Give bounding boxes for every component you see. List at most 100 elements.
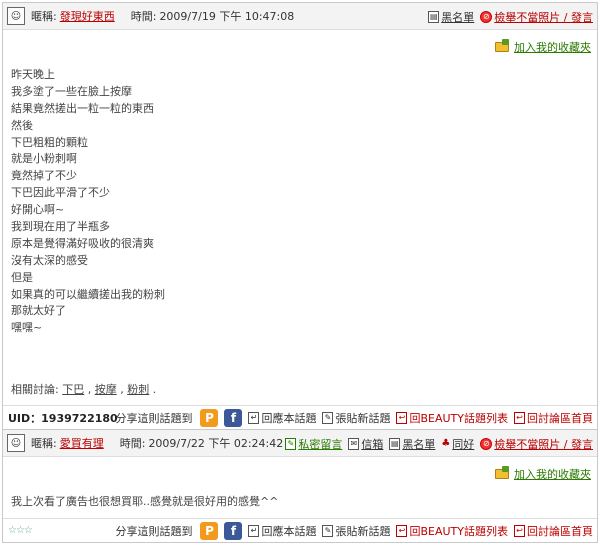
back-to-list-label: 回BEAUTY話題列表	[409, 412, 508, 425]
post-line: 然後	[11, 118, 33, 132]
post-footer: ☆☆☆ 分享這則話題到 P f ↵ 回應本話題 ✎ 張貼新話題 ↩ 回BEAUTY話題…	[3, 518, 597, 542]
post-header: ☺ 暱稱: 發現好東西 時間: 2009/7/19 下午 10:47:08 ▤ 黑…	[3, 3, 597, 30]
tag-link[interactable]: 下巴	[62, 383, 84, 396]
post-line: 那就太好了	[11, 304, 66, 318]
report-link[interactable]: ⊘ 檢舉不當照片 / 發言	[480, 9, 593, 25]
back-to-list-button[interactable]: ↩ 回BEAUTY話題列表	[396, 523, 508, 539]
post-line: 好開心啊~	[11, 203, 65, 217]
related-tags: 相關討論: 下巴 , 按摩 , 粉刺 .	[11, 383, 157, 396]
back-to-home-button[interactable]: ↩ 回討論區首頁	[514, 410, 593, 426]
reply-label: 回應本話題	[261, 412, 317, 425]
post-line: 但是	[11, 270, 33, 284]
author-link[interactable]: 發現好東西	[60, 8, 115, 24]
report-label: 檢舉不當照片 / 發言	[494, 10, 593, 24]
reply-button[interactable]: ↵ 回應本話題	[248, 523, 316, 539]
time-label: 時間:	[130, 10, 157, 23]
post-line: 就是小粉刺啊	[11, 152, 77, 166]
post-line: 我到現在用了半瓶多	[11, 220, 110, 234]
folder-icon	[495, 39, 509, 52]
friend-link[interactable]: ♣ 同好	[441, 436, 474, 452]
post-body: 昨天晚上我多塗了一些在臉上按摩結果竟然搓出一粒一粒的東西 然後下巴粗粗的顆粒 就是小…	[11, 67, 571, 337]
blacklist-icon: ▤	[389, 437, 401, 450]
reply-icon: ↵	[248, 412, 260, 424]
blacklist-link[interactable]: ▤ 黑名單	[428, 9, 474, 25]
facebook-share-button[interactable]: f	[224, 522, 243, 540]
avatar: ☺	[7, 434, 25, 452]
mailbox-link[interactable]: ✉ 信箱	[348, 436, 383, 452]
post-line: 嘿嘿~	[11, 321, 43, 335]
pencil-icon: ✎	[285, 437, 297, 450]
post-1: ☺ 暱稱: 發現好東西 時間: 2009/7/19 下午 10:47:08 ▤ 黑…	[2, 2, 598, 430]
nick-label: 暱稱:	[31, 10, 57, 23]
post-line: 下巴因此平滑了不少	[11, 186, 110, 200]
reply-icon: ↵	[248, 525, 260, 537]
blacklist-icon: ▤	[428, 10, 440, 23]
author-link[interactable]: 愛買有理	[60, 435, 104, 451]
post-text: 昨天晚上我多塗了一些在臉上按摩結果竟然搓出一粒一粒的東西 然後下巴粗粗的顆粒 就是小…	[11, 67, 571, 337]
report-link[interactable]: ⊘ 檢舉不當照片 / 發言	[480, 436, 593, 452]
back-to-home-button[interactable]: ↩ 回討論區首頁	[514, 523, 593, 539]
new-topic-icon: ✎	[322, 525, 334, 537]
post-time: 2009/7/19 下午 10:47:08	[159, 10, 295, 23]
plurk-share-button[interactable]: P	[200, 522, 219, 540]
thread: ☺ 暱稱: 發現好東西 時間: 2009/7/19 下午 10:47:08 ▤ 黑…	[2, 2, 598, 543]
list-icon: ↩	[396, 412, 408, 424]
post-line: 沒有太深的感受	[11, 253, 88, 267]
back-to-list-label: 回BEAUTY話題列表	[409, 525, 508, 538]
footer-actions: 分享這則話題到 P f ↵ 回應本話題 ✎ 張貼新話題 ↩ 回BEAUTY話題列表 ↩…	[115, 519, 593, 543]
back-to-home-label: 回討論區首頁	[527, 412, 593, 425]
post-header: ☺ 暱稱: 愛買有理 時間: 2009/7/22 下午 02:24:42 ✎ 私密…	[3, 430, 597, 457]
new-topic-icon: ✎	[322, 412, 334, 424]
home-icon: ↩	[514, 412, 525, 424]
reply-label: 回應本話題	[261, 525, 317, 538]
add-favorite-link[interactable]: 加入我的收藏夾	[495, 39, 591, 55]
facebook-share-button[interactable]: f	[224, 409, 243, 427]
share-label: 分享這則話題到	[115, 412, 193, 425]
time-label: 時間:	[119, 437, 146, 450]
related-label: 相關討論:	[11, 383, 59, 396]
nick-label: 暱稱:	[31, 437, 57, 450]
post-line: 竟然掉了不少	[11, 169, 77, 183]
avatar: ☺	[7, 7, 25, 25]
post-line: 結果竟然搓出一粒一粒的東西	[11, 101, 154, 115]
post-line: 原本是覺得滿好吸收的很清爽	[11, 236, 154, 250]
report-label: 檢舉不當照片 / 發言	[494, 437, 593, 451]
reply-button[interactable]: ↵ 回應本話題	[248, 410, 316, 426]
people-icon: ♣	[441, 438, 451, 449]
footer-actions: 分享這則話題到 P f ↵ 回應本話題 ✎ 張貼新話題 ↩ 回BEAUTY話題列表 ↩…	[115, 406, 593, 430]
add-favorite-label: 加入我的收藏夾	[514, 41, 591, 54]
mailbox-label: 信箱	[361, 437, 384, 451]
report-icon: ⊘	[480, 437, 493, 450]
new-topic-button[interactable]: ✎ 張貼新話題	[322, 523, 390, 539]
blacklist-label: 黑名單	[402, 437, 436, 451]
post-text: 我上次看了廣告也很想買耶..感覺就是很好用的感覺^^	[11, 495, 279, 508]
folder-icon	[495, 466, 509, 479]
user-id: UID：1939722180	[8, 411, 118, 425]
back-to-home-label: 回討論區首頁	[527, 525, 593, 538]
add-favorite-label: 加入我的收藏夾	[514, 468, 591, 481]
post-line: 我多塗了一些在臉上按摩	[11, 84, 132, 98]
post-time: 2009/7/22 下午 02:24:42	[148, 437, 284, 450]
blacklist-link[interactable]: ▤ 黑名單	[389, 436, 435, 452]
plurk-share-button[interactable]: P	[200, 409, 219, 427]
header-actions: ✎ 私密留言 ✉ 信箱 ▤ 黑名單 ♣ 同好 ⊘ 檢舉不當照片 / 發言	[285, 430, 593, 457]
private-message-link[interactable]: ✎ 私密留言	[285, 436, 342, 452]
blacklist-label: 黑名單	[441, 10, 475, 24]
report-icon: ⊘	[480, 10, 493, 23]
new-topic-label: 張貼新話題	[335, 412, 391, 425]
list-icon: ↩	[396, 525, 408, 537]
home-icon: ↩	[514, 525, 525, 537]
rating-stars-icon: ☆☆☆	[8, 525, 33, 536]
post-footer: UID：1939722180 分享這則話題到 P f ↵ 回應本話題 ✎ 張貼新話題…	[3, 405, 597, 429]
tag-link[interactable]: 粉刺	[127, 383, 149, 396]
new-topic-button[interactable]: ✎ 張貼新話題	[322, 410, 390, 426]
header-actions: ▤ 黑名單 ⊘ 檢舉不當照片 / 發言	[428, 3, 593, 30]
post-line: 下巴粗粗的顆粒	[11, 135, 88, 149]
back-to-list-button[interactable]: ↩ 回BEAUTY話題列表	[396, 410, 508, 426]
share-label: 分享這則話題到	[115, 525, 193, 538]
post-2: ☺ 暱稱: 愛買有理 時間: 2009/7/22 下午 02:24:42 ✎ 私密…	[2, 430, 598, 543]
post-line: 昨天晚上	[11, 68, 55, 81]
add-favorite-link[interactable]: 加入我的收藏夾	[495, 466, 591, 482]
tag-link[interactable]: 按摩	[95, 383, 117, 396]
post-line: 如果真的可以繼續搓出我的粉刺	[11, 287, 165, 301]
